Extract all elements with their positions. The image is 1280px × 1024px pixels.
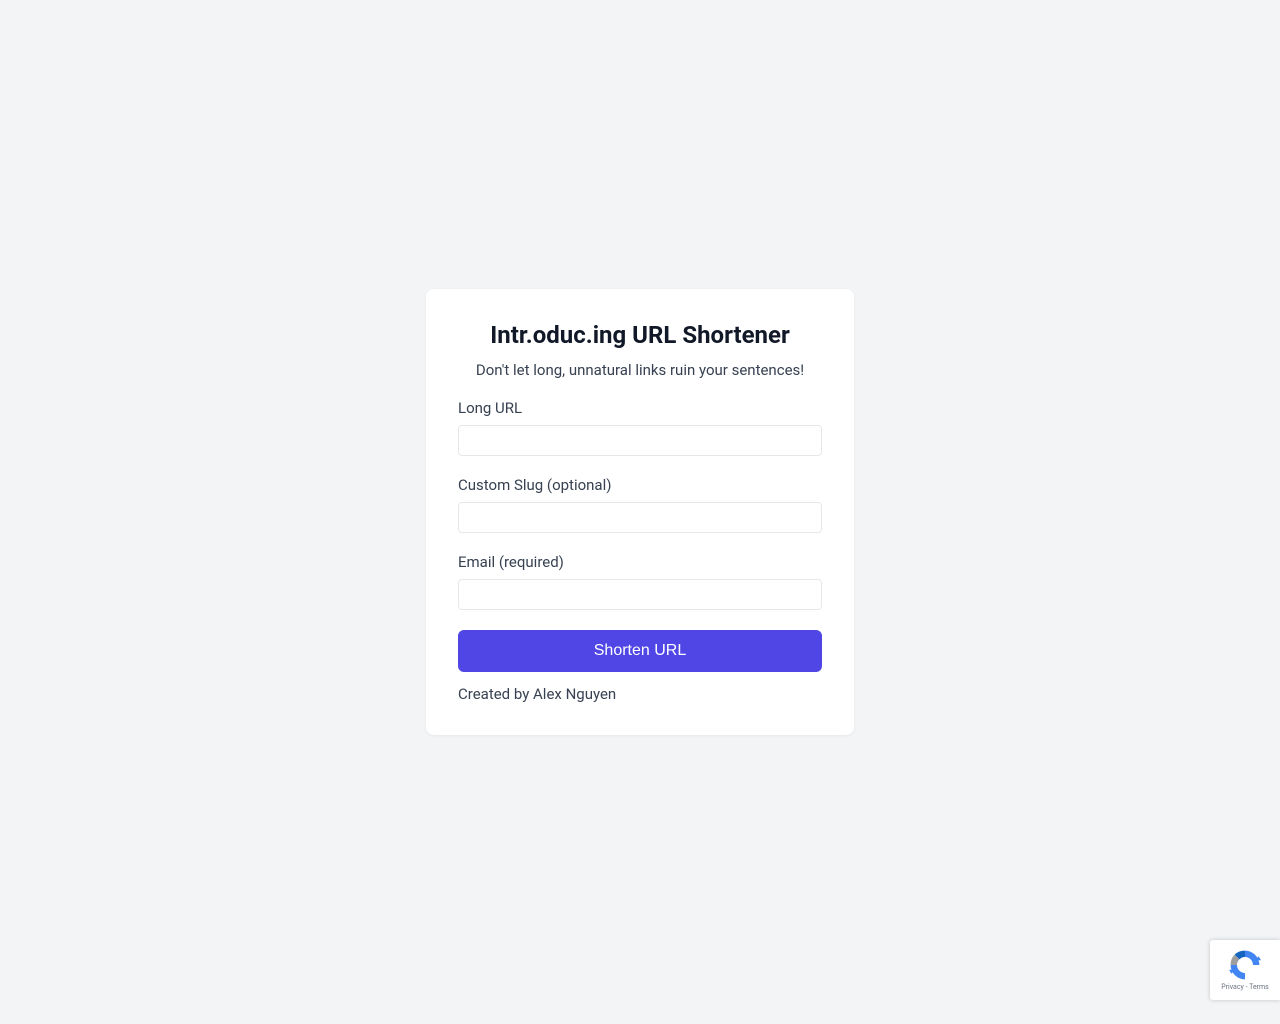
- long-url-input[interactable]: [458, 425, 822, 456]
- shorten-url-button[interactable]: Shorten URL: [458, 630, 822, 672]
- custom-slug-input[interactable]: [458, 502, 822, 533]
- recaptcha-terms[interactable]: Terms: [1249, 983, 1269, 991]
- creator-link[interactable]: Created by Alex Nguyen: [458, 685, 616, 703]
- recaptcha-badge[interactable]: Privacy - Terms: [1210, 940, 1280, 1000]
- email-label: Email (required): [458, 553, 822, 571]
- recaptcha-icon: [1229, 949, 1261, 981]
- email-input[interactable]: [458, 579, 822, 610]
- recaptcha-privacy[interactable]: Privacy: [1221, 983, 1244, 991]
- email-group: Email (required): [458, 553, 822, 610]
- page-title: Intr.oduc.ing URL Shortener: [458, 321, 822, 349]
- long-url-group: Long URL: [458, 399, 822, 456]
- recaptcha-links: Privacy - Terms: [1221, 983, 1269, 991]
- main-card: Intr.oduc.ing URL Shortener Don't let lo…: [426, 289, 854, 735]
- url-shortener-form: Long URL Custom Slug (optional) Email (r…: [458, 399, 822, 684]
- custom-slug-label: Custom Slug (optional): [458, 476, 822, 494]
- long-url-label: Long URL: [458, 399, 822, 417]
- custom-slug-group: Custom Slug (optional): [458, 476, 822, 533]
- subtitle: Don't let long, unnatural links ruin you…: [458, 361, 822, 379]
